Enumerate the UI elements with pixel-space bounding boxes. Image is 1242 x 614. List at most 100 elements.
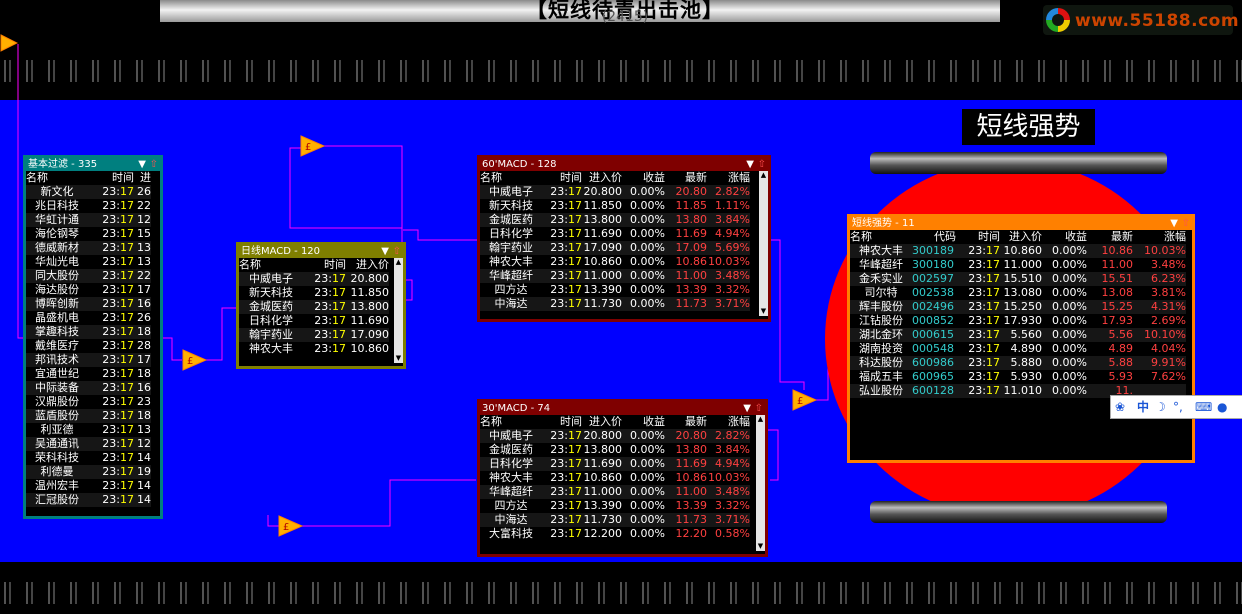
column-header[interactable]: 代码 xyxy=(912,230,956,244)
user-icon[interactable]: ● xyxy=(1217,396,1227,418)
table-row[interactable]: 中威电子 23:17 20.800 0.00% 20.80 2.82% xyxy=(480,429,750,443)
table-row[interactable]: 邦讯技术 23:17 17 xyxy=(26,353,151,367)
table-row[interactable]: 博晖创新 23:17 16 xyxy=(26,297,151,311)
table-row[interactable]: 中海达 23:17 11.730 0.00% 11.73 3.71% xyxy=(480,513,750,527)
dropdown-icon[interactable]: ▼ xyxy=(381,245,389,258)
paw-icon[interactable]: ❀ xyxy=(1115,396,1125,418)
panel-basic-filter[interactable]: 基本过滤 - 335 ▼ ⇧ 名称 时间 进 新文化 23:17 26 兆日科技 23:… xyxy=(23,155,163,519)
table-row[interactable]: 宜通世纪 23:17 18 xyxy=(26,367,151,381)
column-header[interactable]: 最新 xyxy=(1087,230,1133,244)
table-row[interactable]: 金城医药 23:17 13.800 0.00% 13.80 3.84% xyxy=(480,443,750,457)
table-row[interactable]: 大富科技 23:17 12.200 0.00% 12.20 0.58% xyxy=(480,527,750,541)
column-header[interactable]: 收益 xyxy=(622,415,665,429)
column-header[interactable]: 时间 xyxy=(956,230,1000,244)
column-header[interactable]: 名称 xyxy=(850,230,912,244)
vertical-scrollbar[interactable]: ▲ ▼ xyxy=(759,171,768,316)
column-header[interactable]: 时间 xyxy=(542,171,582,185)
column-header[interactable]: 时间 xyxy=(542,415,582,429)
table-row[interactable]: 金城医药 23:17 13.800 0.00% 13.80 3.84% xyxy=(480,213,750,227)
table-row[interactable]: 蓝盾股份 23:17 18 xyxy=(26,409,151,423)
table-row[interactable]: 中威电子 23:17 20.800 xyxy=(239,272,389,286)
scroll-down-icon[interactable]: ▼ xyxy=(759,307,768,316)
table-row[interactable]: 江钻股份 000852 23:17 17.930 0.00% 17.93 2.69% xyxy=(850,314,1186,328)
table-row[interactable]: 中际装备 23:17 16 xyxy=(26,381,151,395)
column-header[interactable]: 涨幅 xyxy=(1133,230,1186,244)
expand-up-icon[interactable]: ⇧ xyxy=(1182,217,1190,230)
panel-30min-macd[interactable]: 30'MACD - 74 ▼ ⇧ 名称 时间 进入价 收益 最新 涨幅 中威电子… xyxy=(477,399,768,557)
table-row[interactable]: 四方达 23:17 13.390 0.00% 13.39 3.32% xyxy=(480,283,751,297)
column-header[interactable]: 时间 xyxy=(88,171,134,185)
table-row[interactable]: 同大股份 23:17 22 xyxy=(26,269,151,283)
table-row[interactable]: 温州宏丰 23:17 14 xyxy=(26,479,151,493)
table-row[interactable]: 汉鼎股份 23:17 23 xyxy=(26,395,151,409)
table-row[interactable]: 兆日科技 23:17 22 xyxy=(26,199,151,213)
table-row[interactable]: 日科化学 23:17 11.690 xyxy=(239,314,389,328)
column-header[interactable]: 涨幅 xyxy=(707,415,750,429)
table-row[interactable]: 福成五丰 600965 23:17 5.930 0.00% 5.93 7.62% xyxy=(850,370,1186,384)
column-header[interactable]: 进入价 xyxy=(582,415,622,429)
table-row[interactable]: 金禾实业 002597 23:17 15.510 0.00% 15.51 6.23% xyxy=(850,272,1186,286)
column-header[interactable]: 时间 xyxy=(303,258,346,272)
filter-node-icon[interactable]: £ xyxy=(300,134,326,158)
ime-toolbar[interactable]: ❀ 中 ☽ °, ⌨ ● xyxy=(1110,395,1242,419)
column-header[interactable]: 进入价 xyxy=(1000,230,1042,244)
table-row[interactable]: 日科化学 23:17 11.690 0.00% 11.69 4.94% xyxy=(480,457,750,471)
keyboard-icon[interactable]: ⌨ xyxy=(1195,396,1212,418)
column-header[interactable]: 名称 xyxy=(26,171,88,185)
table-row[interactable]: 辉丰股份 002496 23:17 15.250 0.00% 15.25 4.31% xyxy=(850,300,1186,314)
table-row[interactable]: 中威电子 23:17 20.800 0.00% 20.80 2.82% xyxy=(480,185,750,199)
table-row[interactable]: 四方达 23:17 13.390 0.00% 13.39 3.32% xyxy=(480,499,751,513)
table-row[interactable]: 新天科技 23:17 11.850 0.00% 11.85 1.11% xyxy=(480,199,750,213)
start-node-icon[interactable] xyxy=(0,34,18,52)
column-header[interactable]: 进入价 xyxy=(346,258,389,272)
column-header[interactable]: 名称 xyxy=(239,258,303,272)
column-header[interactable]: 名称 xyxy=(480,171,542,185)
scroll-up-icon[interactable]: ▲ xyxy=(756,415,765,424)
table-row[interactable]: 神农大丰 23:17 10.860 0.00% 10.86 10.03% xyxy=(480,255,750,269)
table-row[interactable]: 新天科技 23:17 11.850 xyxy=(239,286,389,300)
scroll-down-icon[interactable]: ▼ xyxy=(394,354,403,363)
table-row[interactable]: 司尔特 002538 23:17 13.080 0.00% 13.08 3.81% xyxy=(850,286,1187,300)
table-row[interactable]: 金城医药 23:17 13.800 xyxy=(239,300,389,314)
table-row[interactable]: 掌趣科技 23:17 18 xyxy=(26,325,151,339)
dropdown-icon[interactable]: ▼ xyxy=(138,158,146,171)
table-row[interactable]: 汇冠股份 23:17 14 xyxy=(26,493,151,507)
dropdown-icon[interactable]: ▼ xyxy=(743,402,751,415)
filter-node-icon[interactable]: £ xyxy=(278,514,304,538)
vertical-scrollbar[interactable]: ▲ ▼ xyxy=(394,258,403,363)
dropdown-icon[interactable]: ▼ xyxy=(1170,217,1178,230)
expand-up-icon[interactable]: ⇧ xyxy=(150,158,158,171)
column-header[interactable]: 最新 xyxy=(665,415,707,429)
table-row[interactable]: 神农大丰 23:17 10.860 xyxy=(239,342,389,356)
punctuation-icon[interactable]: °, xyxy=(1173,396,1183,418)
column-header[interactable]: 收益 xyxy=(1042,230,1087,244)
table-row[interactable]: 日科化学 23:17 11.690 0.00% 11.69 4.94% xyxy=(480,227,750,241)
table-row[interactable]: 华灿光电 23:17 13 xyxy=(26,255,151,269)
column-header[interactable]: 最新 xyxy=(665,171,707,185)
table-row[interactable]: 湖南投资 000548 23:17 4.890 0.00% 4.89 4.04% xyxy=(850,342,1186,356)
table-row[interactable]: 科达股份 600986 23:17 5.880 0.00% 5.88 9.91% xyxy=(850,356,1186,370)
table-row[interactable]: 翰宇药业 23:17 17.090 0.00% 17.09 5.69% xyxy=(480,241,750,255)
table-row[interactable]: 吴通通讯 23:17 12 xyxy=(26,437,151,451)
table-row[interactable]: 华峰超纤 23:17 11.000 0.00% 11.00 3.48% xyxy=(480,269,750,283)
table-row[interactable]: 戴维医疗 23:17 28 xyxy=(26,339,151,353)
table-row[interactable]: 海达股份 23:17 17 xyxy=(26,283,151,297)
column-header[interactable]: 进 xyxy=(134,171,151,185)
table-row[interactable]: 华虹计通 23:17 12 xyxy=(26,213,151,227)
column-header[interactable]: 进入价 xyxy=(582,171,622,185)
table-row[interactable]: 利德曼 23:17 19 xyxy=(26,465,151,479)
scroll-up-icon[interactable]: ▲ xyxy=(394,258,403,267)
table-row[interactable]: 海伦钢琴 23:17 15 xyxy=(26,227,151,241)
filter-node-icon[interactable]: £ xyxy=(792,388,818,412)
expand-up-icon[interactable]: ⇧ xyxy=(758,158,766,171)
table-row[interactable]: 神农大丰 300189 23:17 10.860 0.00% 10.86 10.03% xyxy=(850,244,1186,258)
table-row[interactable]: 利亚德 23:17 13 xyxy=(26,423,152,437)
expand-up-icon[interactable]: ⇧ xyxy=(393,245,401,258)
column-header[interactable]: 涨幅 xyxy=(707,171,750,185)
table-row[interactable]: 湖北金环 000615 23:17 5.560 0.00% 5.56 10.10% xyxy=(850,328,1186,342)
dropdown-icon[interactable]: ▼ xyxy=(746,158,754,171)
filter-node-icon[interactable]: £ xyxy=(182,348,208,372)
table-row[interactable]: 晶盛机电 23:17 26 xyxy=(26,311,151,325)
column-header[interactable]: 收益 xyxy=(622,171,665,185)
table-row[interactable]: 翰宇药业 23:17 17.090 xyxy=(239,328,389,342)
